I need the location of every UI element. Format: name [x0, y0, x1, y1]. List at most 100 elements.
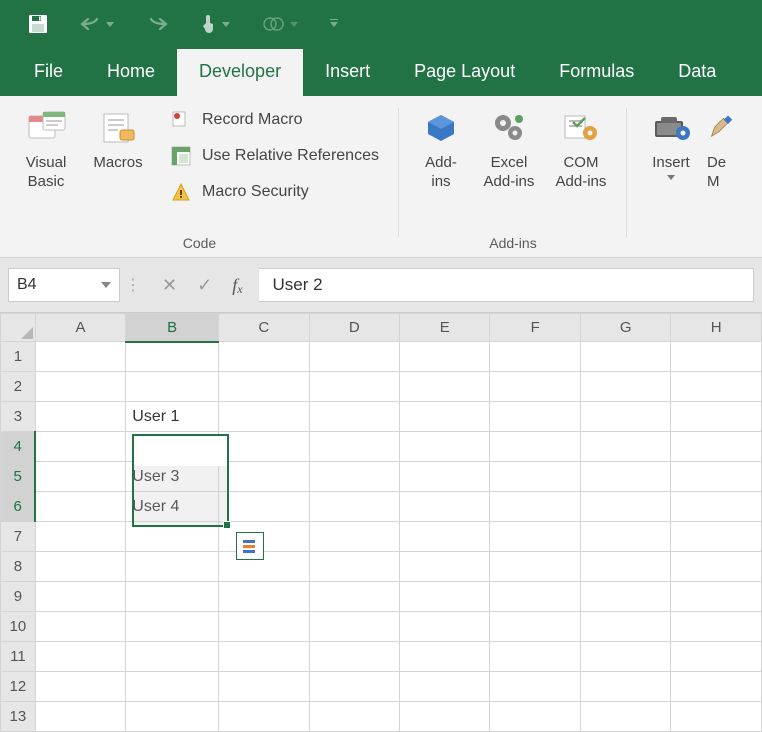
row-header-4[interactable]: 4: [1, 432, 36, 462]
cell-A11[interactable]: [35, 642, 126, 672]
name-box[interactable]: [8, 268, 120, 302]
cell-F5[interactable]: [490, 462, 580, 492]
cell-E12[interactable]: [399, 672, 489, 702]
row-header-3[interactable]: 3: [1, 402, 36, 432]
cell-G9[interactable]: [580, 582, 670, 612]
cell-D3[interactable]: [309, 402, 399, 432]
cell-G11[interactable]: [580, 642, 670, 672]
cancel-icon[interactable]: ✕: [162, 275, 177, 296]
cell-A3[interactable]: [35, 402, 126, 432]
cell-B12[interactable]: [126, 672, 219, 702]
macro-security-button[interactable]: Macro Security: [164, 178, 385, 206]
cell-B10[interactable]: [126, 612, 219, 642]
cell-B9[interactable]: [126, 582, 219, 612]
cell-E1[interactable]: [399, 342, 489, 372]
cell-A1[interactable]: [35, 342, 126, 372]
cell-H7[interactable]: [671, 522, 762, 552]
cell-E6[interactable]: [399, 492, 489, 522]
cell-F7[interactable]: [490, 522, 580, 552]
cell-B4[interactable]: User 2: [126, 432, 219, 462]
addins-button[interactable]: Add- ins: [411, 104, 471, 192]
cell-C9[interactable]: [219, 582, 309, 612]
cell-F1[interactable]: [490, 342, 580, 372]
cell-C3[interactable]: [219, 402, 309, 432]
design-mode-button[interactable]: De M: [707, 104, 741, 192]
cell-A12[interactable]: [35, 672, 126, 702]
cell-C5[interactable]: [219, 462, 309, 492]
fx-icon[interactable]: fx: [232, 275, 242, 296]
save-icon[interactable]: [28, 14, 48, 34]
cell-A9[interactable]: [35, 582, 126, 612]
tab-data[interactable]: Data: [656, 49, 738, 96]
cell-E2[interactable]: [399, 372, 489, 402]
cell-E3[interactable]: [399, 402, 489, 432]
cell-G12[interactable]: [580, 672, 670, 702]
cell-H3[interactable]: [671, 402, 762, 432]
customize-qat-icon[interactable]: [330, 14, 338, 34]
col-header-G[interactable]: G: [580, 314, 670, 342]
cell-A7[interactable]: [35, 522, 126, 552]
col-header-E[interactable]: E: [399, 314, 489, 342]
row-header-11[interactable]: 11: [1, 642, 36, 672]
cell-B11[interactable]: [126, 642, 219, 672]
row-header-1[interactable]: 1: [1, 342, 36, 372]
cell-G5[interactable]: [580, 462, 670, 492]
cell-F12[interactable]: [490, 672, 580, 702]
cell-B13[interactable]: [126, 702, 219, 732]
cell-F8[interactable]: [490, 552, 580, 582]
col-header-A[interactable]: A: [35, 314, 126, 342]
tab-developer[interactable]: Developer: [177, 49, 303, 96]
cell-F11[interactable]: [490, 642, 580, 672]
select-all-corner[interactable]: [1, 314, 36, 342]
cell-G8[interactable]: [580, 552, 670, 582]
cell-H8[interactable]: [671, 552, 762, 582]
com-addins-button[interactable]: COM Add-ins: [547, 104, 615, 192]
use-relative-references-button[interactable]: Use Relative References: [164, 142, 385, 170]
cell-B3[interactable]: User 1: [126, 402, 219, 432]
cell-F13[interactable]: [490, 702, 580, 732]
cell-D6[interactable]: [309, 492, 399, 522]
cell-G4[interactable]: [580, 432, 670, 462]
cell-H11[interactable]: [671, 642, 762, 672]
row-header-13[interactable]: 13: [1, 702, 36, 732]
cell-D10[interactable]: [309, 612, 399, 642]
cell-A2[interactable]: [35, 372, 126, 402]
cell-G6[interactable]: [580, 492, 670, 522]
cell-D13[interactable]: [309, 702, 399, 732]
row-header-6[interactable]: 6: [1, 492, 36, 522]
col-header-H[interactable]: H: [671, 314, 762, 342]
row-header-10[interactable]: 10: [1, 612, 36, 642]
tab-file[interactable]: File: [0, 49, 85, 96]
cell-A4[interactable]: [35, 432, 126, 462]
visual-basic-button[interactable]: Visual Basic: [12, 104, 80, 206]
col-header-B[interactable]: B: [126, 314, 219, 342]
cell-G10[interactable]: [580, 612, 670, 642]
cell-G3[interactable]: [580, 402, 670, 432]
cell-C12[interactable]: [219, 672, 309, 702]
cell-D8[interactable]: [309, 552, 399, 582]
formula-input[interactable]: [259, 268, 754, 302]
cell-E11[interactable]: [399, 642, 489, 672]
cell-A10[interactable]: [35, 612, 126, 642]
record-macro-button[interactable]: Record Macro: [164, 106, 385, 134]
cell-B2[interactable]: [126, 372, 219, 402]
cell-G1[interactable]: [580, 342, 670, 372]
cell-A13[interactable]: [35, 702, 126, 732]
cell-C6[interactable]: [219, 492, 309, 522]
cell-E7[interactable]: [399, 522, 489, 552]
enter-icon[interactable]: ✓: [197, 275, 212, 296]
cell-F10[interactable]: [490, 612, 580, 642]
cell-C13[interactable]: [219, 702, 309, 732]
cell-B7[interactable]: [126, 522, 219, 552]
col-header-D[interactable]: D: [309, 314, 399, 342]
cell-H9[interactable]: [671, 582, 762, 612]
col-header-F[interactable]: F: [490, 314, 580, 342]
cell-B8[interactable]: [126, 552, 219, 582]
cell-F9[interactable]: [490, 582, 580, 612]
cell-D9[interactable]: [309, 582, 399, 612]
cell-H6[interactable]: [671, 492, 762, 522]
chevron-down-icon[interactable]: [101, 282, 111, 288]
cell-F4[interactable]: [490, 432, 580, 462]
row-header-5[interactable]: 5: [1, 462, 36, 492]
row-header-7[interactable]: 7: [1, 522, 36, 552]
